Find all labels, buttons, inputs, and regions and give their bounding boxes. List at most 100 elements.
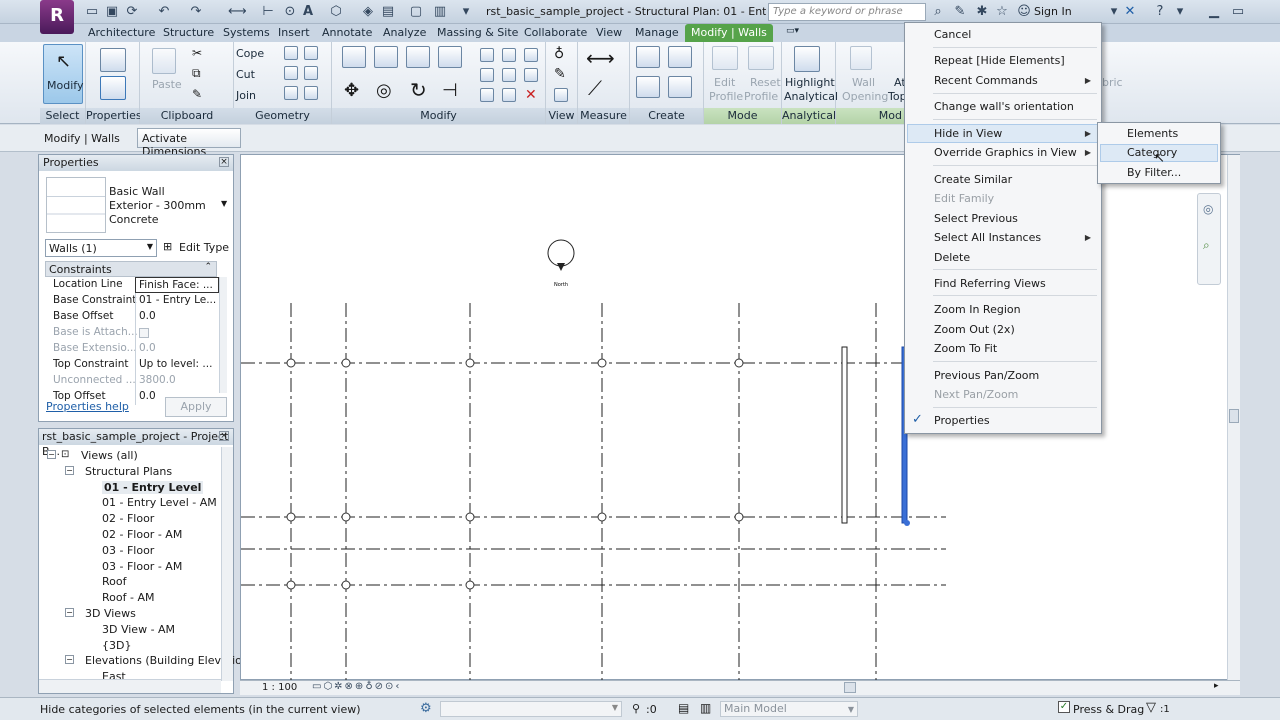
apply-button[interactable]: Apply [165, 397, 227, 417]
tree-collapse-icon[interactable]: − [65, 608, 74, 617]
design-options-icon[interactable]: ▤ [678, 701, 689, 715]
browser-vertical-scrollbar[interactable] [221, 447, 233, 681]
edit-type-button[interactable]: Edit Type [179, 241, 229, 254]
save-icon[interactable]: ▣ [104, 4, 120, 20]
menu-item-zoom-in-region[interactable]: Zoom In Region [934, 303, 1021, 316]
edit-profile-icon[interactable] [712, 46, 738, 70]
tab-structure[interactable]: Structure [163, 26, 214, 39]
array-icon[interactable] [502, 48, 516, 62]
tab-manage[interactable]: Manage [635, 26, 679, 39]
tree-collapse-icon[interactable]: − [65, 465, 74, 475]
aligned-dimension-icon[interactable]: ⊢ [260, 4, 276, 20]
properties-icon[interactable] [100, 76, 126, 100]
create-parts-icon[interactable] [668, 46, 692, 68]
property-value[interactable]: 0.0 [135, 309, 219, 325]
open-icon[interactable]: ▭ [84, 4, 100, 20]
properties-scrollbar[interactable] [219, 277, 227, 393]
linework-icon[interactable] [554, 88, 568, 102]
property-row[interactable]: Base is Attach... [45, 325, 221, 341]
wall-joins-2-icon[interactable] [304, 86, 318, 100]
menu-item-find-referring-views[interactable]: Find Referring Views [934, 277, 1046, 290]
tree-item[interactable]: Elevations (Building Elevatio [85, 654, 242, 667]
type-properties-icon[interactable] [100, 48, 126, 72]
view-control-icons[interactable]: ▭⬡✲⊗⊕♁⊘⊙‹ [312, 681, 401, 692]
tree-item[interactable]: 01 - Entry Level [102, 480, 204, 494]
rotate-icon[interactable]: ↻ [410, 78, 427, 102]
create-group-icon[interactable] [636, 76, 660, 98]
tab-insert[interactable]: Insert [278, 26, 310, 39]
highlight-analytical-icon[interactable] [794, 46, 820, 72]
wall-joins-icon[interactable] [284, 46, 298, 60]
subscription-icon[interactable]: ✎ [952, 4, 968, 20]
workset-selector[interactable]: ▼ [440, 701, 622, 717]
menu-item-next-pan-zoom[interactable]: Next Pan/Zoom [934, 388, 1018, 401]
binoculars-icon[interactable]: ⌕ [930, 4, 946, 20]
edit-type-icon[interactable]: ⊞ [163, 240, 172, 253]
override-brush-icon[interactable]: ✎ [554, 66, 566, 82]
scrollbar-thumb[interactable] [1229, 409, 1239, 423]
create-assembly-icon[interactable] [636, 46, 660, 68]
press-drag-checkbox[interactable]: ✓ [1058, 701, 1070, 713]
tree-item[interactable]: Views (all) [81, 449, 138, 462]
menu-item-previous-pan-zoom[interactable]: Previous Pan/Zoom [934, 369, 1039, 382]
editable-only-icon[interactable]: ⚲ [632, 702, 640, 715]
canvas-vertical-scrollbar[interactable] [1227, 155, 1240, 681]
menu-item-zoom-to-fit[interactable]: Zoom To Fit [934, 342, 997, 355]
scroll-right-icon[interactable]: ▸ [1214, 681, 1219, 691]
tree-item[interactable]: Roof [102, 575, 126, 588]
activate-dimensions-button[interactable]: Activate Dimensions [137, 128, 241, 158]
tab-annotate[interactable]: Annotate [322, 26, 372, 39]
favorites-icon[interactable]: ☆ [994, 4, 1010, 20]
browser-horizontal-scrollbar[interactable] [39, 679, 221, 693]
modify-button[interactable]: ↖ Modify [43, 44, 83, 104]
tab-architecture[interactable]: Architecture [88, 26, 155, 39]
constraints-section-header[interactable]: Constraints ⌃ [45, 261, 217, 277]
wall-opening-icon[interactable] [850, 46, 872, 70]
sync-icon[interactable]: ⟳ [124, 4, 140, 20]
menu-item-change-wall-s-orientation[interactable]: Change wall's orientation [934, 100, 1074, 113]
menu-item-hide-in-view[interactable]: Hide in View [907, 124, 1099, 143]
menu-item-delete[interactable]: Delete [934, 251, 970, 264]
design-options-2-icon[interactable]: ▥ [700, 701, 711, 715]
restore-icon[interactable]: ▭ [1230, 4, 1246, 20]
hide-bulb-icon[interactable]: ♁ [554, 46, 564, 62]
base-attached-checkbox[interactable] [139, 328, 149, 338]
tree-collapse-icon[interactable]: − [47, 450, 56, 459]
close-icon[interactable]: × [219, 157, 229, 167]
thin-lines-icon[interactable]: ▤ [380, 4, 396, 20]
type-selector-chevron-icon[interactable]: ▼ [221, 199, 227, 208]
tab-modify-walls[interactable]: Modify | Walls [685, 24, 773, 42]
zoom-icon[interactable]: ⌕ [1203, 238, 1210, 253]
tab-view[interactable]: View [596, 26, 622, 39]
remove-paint-icon[interactable] [304, 66, 318, 80]
section-icon[interactable]: ◈ [360, 4, 376, 20]
property-row[interactable]: Base Offset 0.0 [45, 309, 221, 325]
cope-label[interactable]: Cope [236, 47, 264, 60]
menu-item-zoom-out-2x[interactable]: Zoom Out (2x) [934, 323, 1015, 336]
view-scale[interactable]: 1 : 100 [262, 682, 297, 693]
exchange-apps-icon[interactable]: ✕ [1122, 4, 1138, 20]
user-icon[interactable]: ☺ [1016, 4, 1032, 20]
delete-icon[interactable]: ✕ [525, 87, 537, 103]
property-value[interactable]: Finish Face: ... [135, 277, 219, 293]
close-icon[interactable]: × [219, 431, 229, 441]
copy-element-icon[interactable]: ◎ [376, 80, 392, 101]
minimize-icon[interactable]: ▁ [1206, 4, 1222, 20]
menu-item-create-similar[interactable]: Create Similar [934, 173, 1012, 186]
reset-profile-icon[interactable] [748, 46, 774, 70]
property-value[interactable]: Up to level: ... [135, 357, 219, 373]
design-option-selector[interactable]: Main Model ▼ [720, 701, 858, 717]
wall-element[interactable] [841, 346, 848, 524]
undo-icon[interactable]: ↶ [156, 4, 172, 20]
paint-icon[interactable] [284, 66, 298, 80]
tree-item[interactable]: 03 - Floor [102, 544, 154, 557]
tab-extra-icon[interactable]: ▭▾ [786, 26, 799, 36]
split-icon[interactable] [480, 48, 494, 62]
worksets-icon[interactable]: ⚙ [420, 701, 432, 716]
split-gap-icon[interactable] [502, 88, 516, 102]
measure-between-icon[interactable]: ⟷ [586, 46, 615, 70]
sign-in-link[interactable]: Sign In [1034, 5, 1072, 18]
tree-item[interactable]: 3D Views [85, 607, 136, 620]
property-row[interactable]: Unconnected ... 3800.0 [45, 373, 221, 389]
dropdown-icon[interactable]: ▾ [1106, 4, 1122, 20]
